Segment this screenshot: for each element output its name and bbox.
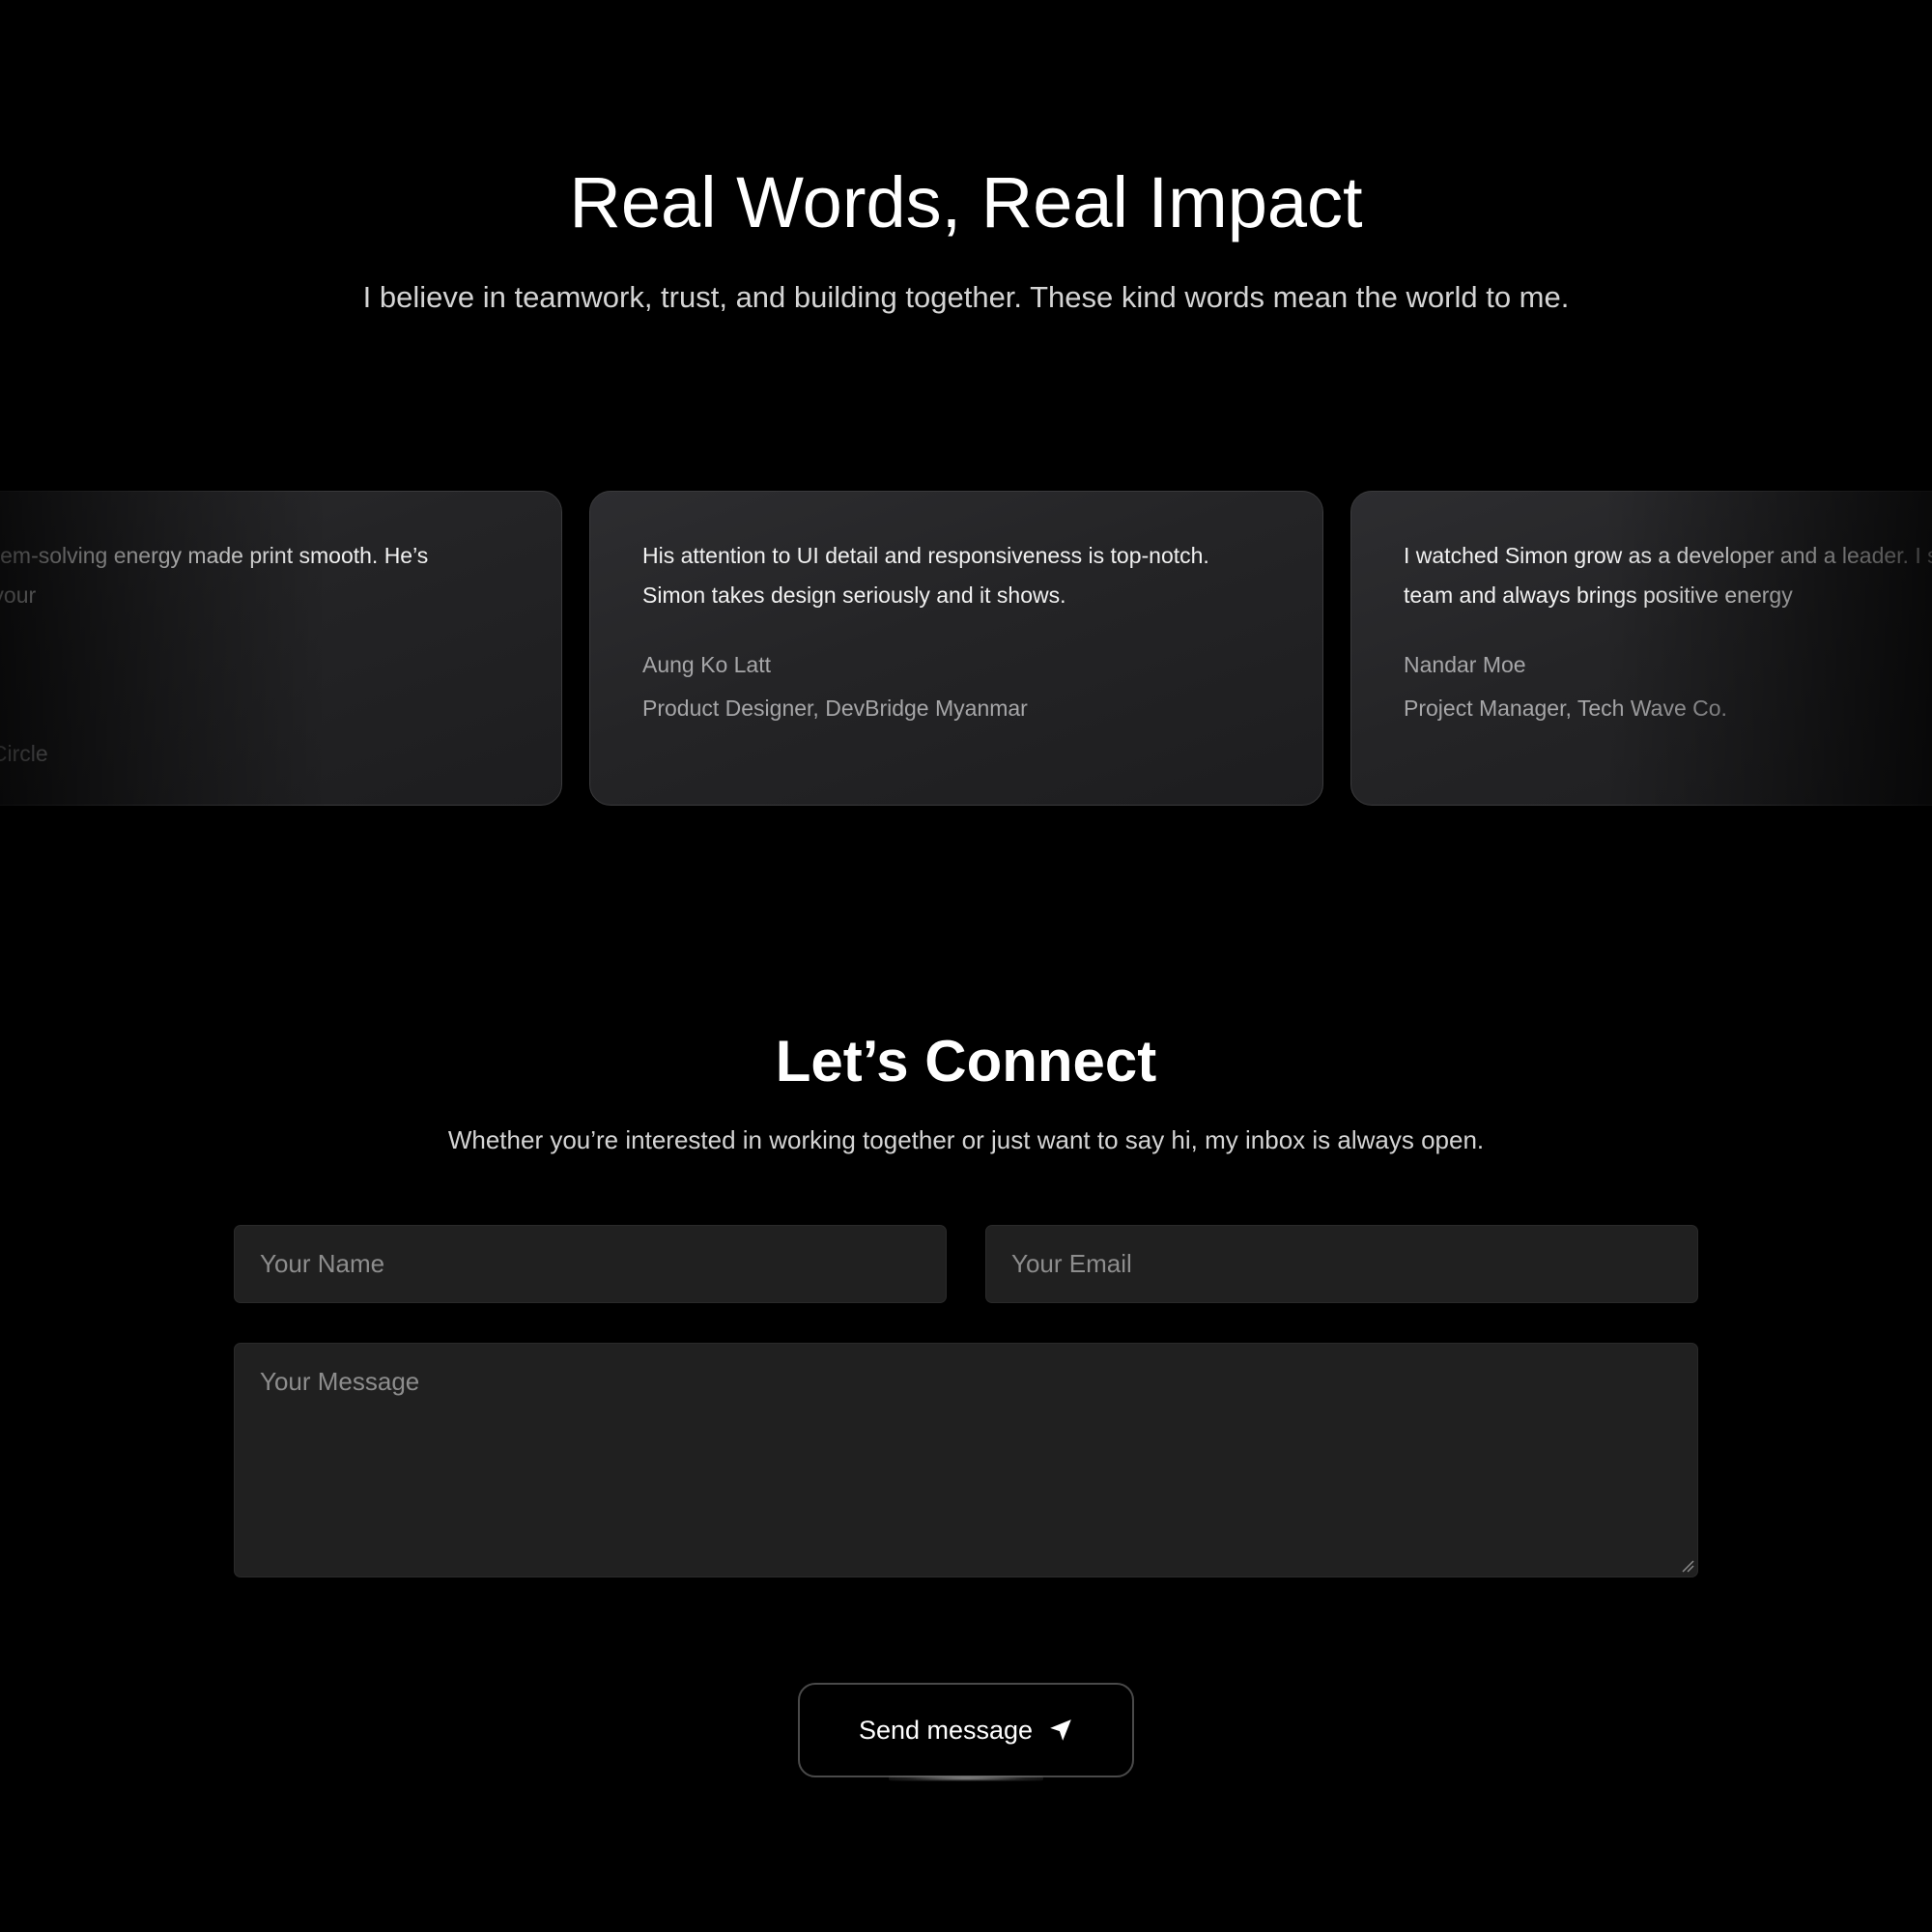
testimonials-subtitle: I believe in teamwork, trust, and buildi… <box>362 280 1570 314</box>
testimonial-author-name: Aung Ko Latt <box>642 652 771 677</box>
testimonial-card: I watched Simon grow as a developer and … <box>1350 491 1932 806</box>
testimonial-role: eveloper, Yangon Tech Circle <box>0 741 48 766</box>
testimonial-role: Project Manager, Tech Wave Co. <box>1404 696 1727 721</box>
send-message-button[interactable]: Send message <box>798 1683 1134 1777</box>
contact-subtitle: Whether you’re interested in working tog… <box>447 1125 1485 1154</box>
email-input[interactable] <box>985 1225 1698 1303</box>
testimonial-author-name: Nandar Moe <box>1404 652 1526 677</box>
name-input[interactable] <box>234 1225 947 1303</box>
page: Real Words, Real Impact I believe in tea… <box>0 0 1932 1932</box>
testimonial-quote: His attention to UI detail and responsiv… <box>642 543 1209 608</box>
message-textarea[interactable] <box>234 1343 1698 1577</box>
send-button-glow <box>889 1776 1043 1781</box>
testimonial-card: His attention to UI detail and responsiv… <box>589 491 1323 806</box>
testimonial-carousel: nsistency and calm problem-solving energ… <box>0 491 1932 808</box>
contact-title: Let’s Connect <box>775 1029 1157 1094</box>
testimonial-card: nsistency and calm problem-solving energ… <box>0 491 562 806</box>
send-button-label: Send message <box>858 1715 1034 1745</box>
testimonial-quote: I watched Simon grow as a developer and … <box>1404 543 1932 608</box>
testimonials-title: Real Words, Real Impact <box>569 162 1363 242</box>
testimonial-role: Product Designer, DevBridge Myanmar <box>642 696 1028 721</box>
testimonial-quote: nsistency and calm problem-solving energ… <box>0 543 429 608</box>
send-arrow-icon <box>1048 1718 1073 1743</box>
resize-handle-icon[interactable] <box>1681 1559 1694 1573</box>
